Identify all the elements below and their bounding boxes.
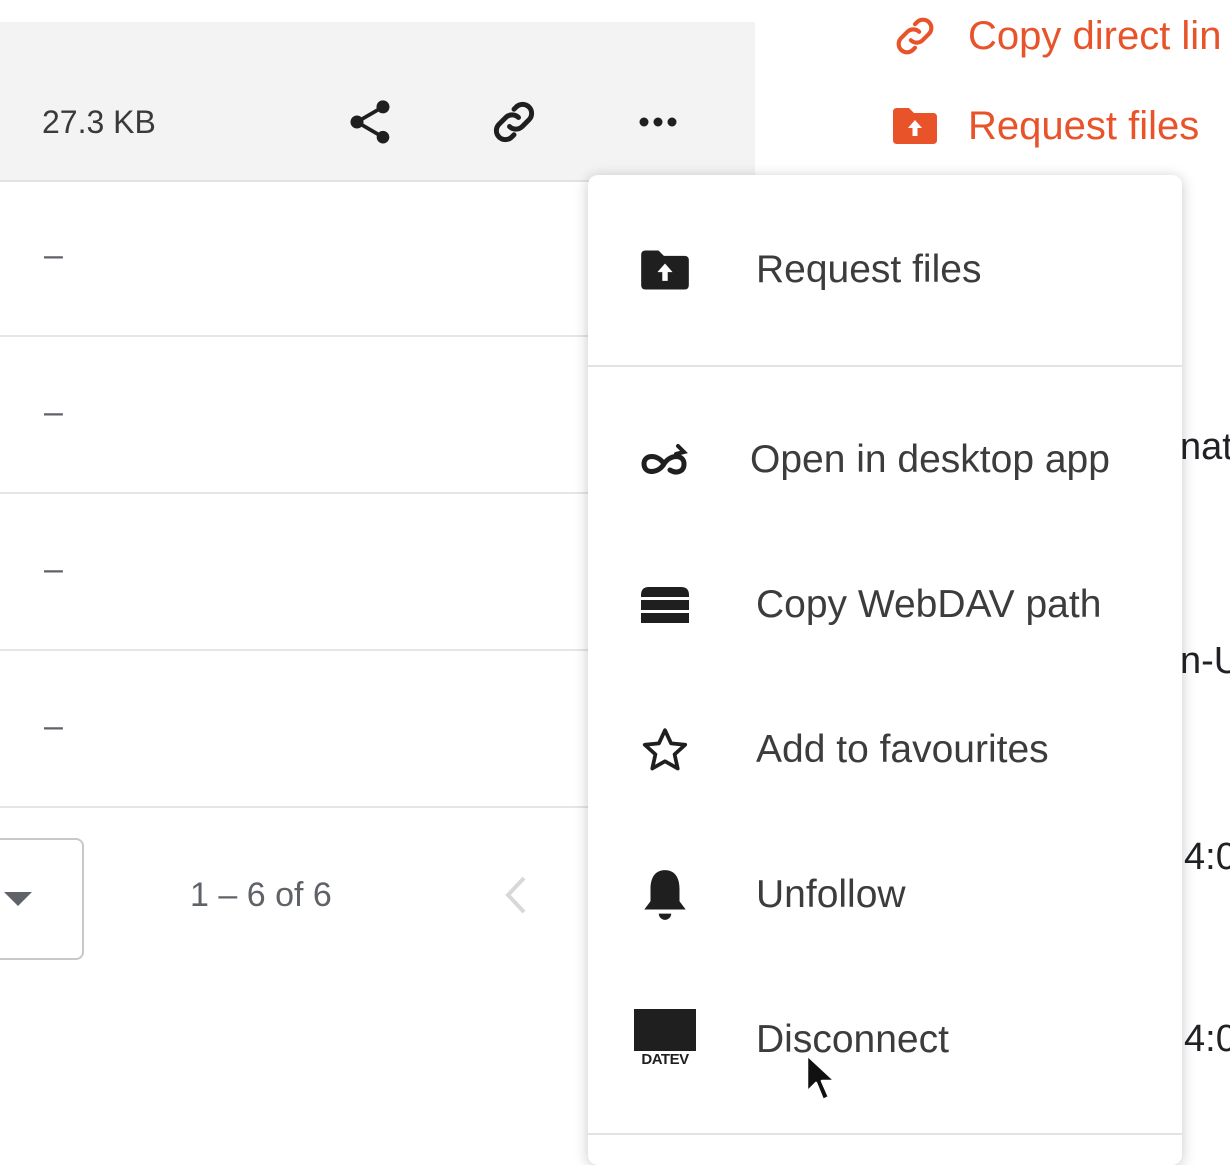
file-size: 27.3 KB: [42, 104, 156, 140]
row-value: –: [44, 236, 63, 274]
datev-icon: DATEV: [632, 1007, 698, 1073]
webdav-icon: [632, 572, 698, 638]
datev-logo-text: DATEV: [641, 1051, 689, 1068]
row-value: –: [44, 393, 63, 431]
request-files-action[interactable]: Request files: [880, 96, 1199, 156]
more-actions-button[interactable]: [628, 92, 688, 152]
row-value: –: [44, 550, 63, 588]
list-item[interactable]: –: [0, 180, 590, 337]
list-item[interactable]: –: [0, 651, 590, 808]
chevron-left-icon: [505, 876, 526, 914]
link-icon: [493, 101, 535, 143]
previous-page-button[interactable]: [496, 870, 536, 920]
context-menu: Request files Open in desktop app Copy W…: [588, 175, 1182, 1165]
background-text: n-U: [1180, 640, 1230, 682]
menu-item-disconnect[interactable]: DATEV Disconnect: [588, 985, 1182, 1095]
page-range: 1 – 6 of 6: [190, 876, 332, 914]
list-item[interactable]: –: [0, 494, 590, 651]
menu-item-label: Disconnect: [756, 1018, 949, 1061]
copy-direct-link-label: Copy direct lin: [968, 13, 1222, 58]
share-icon: [350, 100, 390, 144]
desktop-app-icon: [632, 427, 698, 493]
folder-upload-icon: [880, 96, 950, 156]
background-text: 4:0: [1184, 836, 1230, 878]
more-icon: [639, 117, 677, 127]
copy-link-button[interactable]: [484, 92, 544, 152]
folder-upload-icon: [632, 237, 698, 303]
menu-item-unfollow[interactable]: Unfollow: [588, 840, 1182, 950]
request-files-label: Request files: [968, 103, 1200, 148]
file-list: – – – –: [0, 180, 590, 808]
menu-item-request-files[interactable]: Request files: [588, 215, 1182, 325]
file-row: 27.3 KB: [0, 22, 755, 182]
mouse-cursor-icon: [805, 1053, 837, 1102]
copy-direct-link-action[interactable]: Copy direct lin: [880, 6, 1221, 66]
menu-item-label: Request files: [756, 248, 982, 291]
row-value: –: [44, 707, 63, 745]
menu-divider: [588, 365, 1182, 367]
menu-item-open-in-desktop-app[interactable]: Open in desktop app: [588, 405, 1182, 515]
background-text: 4:0: [1184, 1018, 1230, 1060]
datev-logo: DATEV: [634, 1009, 696, 1071]
menu-item-add-to-favourites[interactable]: Add to favourites: [588, 695, 1182, 805]
menu-item-copy-webdav-path[interactable]: Copy WebDAV path: [588, 550, 1182, 660]
chevron-down-icon: [4, 892, 32, 906]
link-icon: [880, 6, 950, 66]
star-icon: [632, 717, 698, 783]
menu-item-label: Open in desktop app: [750, 438, 1110, 481]
rows-per-page-select[interactable]: [0, 838, 84, 960]
background-text: nat: [1180, 426, 1230, 468]
menu-item-label: Copy WebDAV path: [756, 583, 1102, 626]
list-item[interactable]: –: [0, 337, 590, 494]
menu-item-label: Add to favourites: [756, 728, 1049, 771]
menu-item-label: Unfollow: [756, 873, 906, 916]
share-button[interactable]: [340, 92, 400, 152]
menu-divider: [588, 1133, 1182, 1135]
bell-icon: [632, 862, 698, 928]
